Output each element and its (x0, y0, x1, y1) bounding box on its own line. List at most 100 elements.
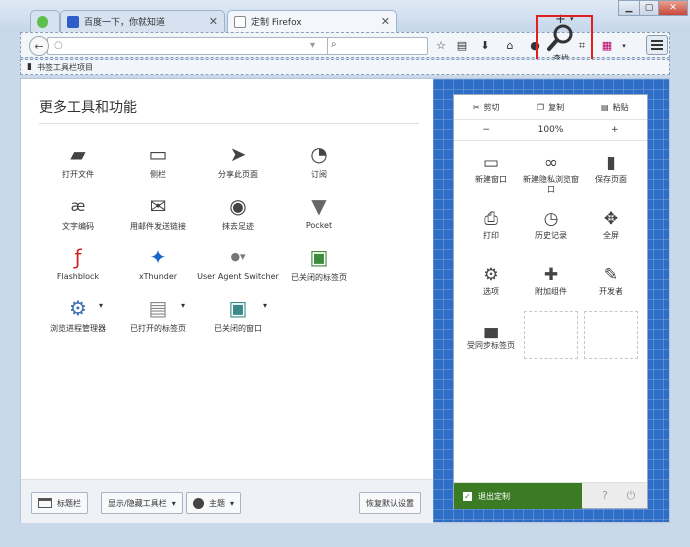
magnifier-icon[interactable] (546, 22, 576, 52)
dropdown-icon: ▾ (230, 498, 235, 508)
tab-favicon-icon (37, 15, 48, 28)
panel-developer[interactable]: ✎ 开发者 (581, 263, 641, 297)
empty-slot[interactable] (584, 311, 638, 359)
dropdown-icon[interactable]: ▾ (263, 301, 267, 310)
customize-favicon-icon (234, 15, 246, 28)
addon-dropdown-icon[interactable]: ▾ (616, 37, 632, 55)
open-tabs-icon: ▤ (148, 296, 168, 320)
baidu-favicon-icon (67, 15, 79, 28)
folder-icon: ▰ (70, 142, 86, 166)
addons-icon: ✚ (543, 265, 559, 285)
panel-addons[interactable]: ✚ 附加组件 (521, 263, 581, 297)
developer-icon: ✎ (603, 265, 619, 285)
empty-slot[interactable] (524, 311, 578, 359)
tool-pocket[interactable]: ▼ Pocket (274, 193, 364, 230)
private-window-icon: ∞ (543, 153, 559, 173)
rss-icon: ◔ (310, 142, 328, 166)
divider (39, 123, 419, 124)
tool-open-file[interactable]: ▰ 打开文件 (33, 141, 123, 180)
tab-customize[interactable]: 定制 Firefox ✕ (227, 10, 397, 32)
tab-close-icon[interactable]: ✕ (381, 15, 390, 28)
power-icon[interactable]: ⏻ (624, 489, 638, 503)
print-icon: ⎙ (484, 209, 498, 229)
tool-process-manager[interactable]: ⚙ ▾ 浏览进程管理器 (33, 295, 123, 334)
copy-button[interactable]: ❐ 复制 (518, 102, 582, 113)
zoom-reset-button[interactable]: 100% (518, 125, 582, 135)
panel-fullscreen[interactable]: ✥ 全屏 (581, 207, 641, 241)
zoom-controls: − 100% + (454, 119, 647, 141)
tab-title: 定制 Firefox (251, 18, 302, 28)
addon-icon[interactable]: ▦ (599, 37, 615, 55)
tool-subscribe[interactable]: ◔ 订阅 (274, 141, 364, 180)
edit-controls: ✂ 剪切 ❐ 复制 ▤ 粘贴 (454, 95, 647, 119)
paste-button[interactable]: ▤ 粘贴 (583, 102, 647, 113)
closed-windows-icon: ▣ (228, 296, 248, 320)
url-bar[interactable]: ○ ▾ ↻ (47, 37, 349, 55)
tool-closed-windows[interactable]: ▣ ▾ 已关闭的窗口 (193, 295, 283, 334)
panel-synced-tabs[interactable]: ▄ 受同步标签页 (461, 317, 521, 351)
restore-defaults-button[interactable]: 恢复默认设置 (359, 492, 421, 514)
cut-button[interactable]: ✂ 剪切 (454, 102, 518, 113)
search-icon: ⌕ (331, 39, 337, 50)
dropdown-icon: ▾ (171, 498, 176, 508)
titlebar-toggle-button[interactable]: 标题栏 (31, 492, 88, 514)
sidebar-icon: ▭ (148, 142, 168, 166)
tab-blank[interactable] (30, 10, 60, 32)
fullscreen-icon: ✥ (603, 209, 619, 229)
palette-title: 更多工具和功能 (39, 100, 137, 116)
tab-baidu[interactable]: 百度一下，你就知道 ✕ (60, 10, 225, 32)
bookmarks-item[interactable]: 书签工具栏项目 (37, 62, 93, 73)
dropdown-icon[interactable]: ▾ (310, 40, 315, 51)
bookmarks-toolbar: ▮ 书签工具栏项目 (20, 59, 670, 75)
tab-close-icon[interactable]: ✕ (209, 15, 218, 28)
zoom-out-button[interactable]: − (454, 125, 518, 135)
tool-email-link[interactable]: ✉ 用邮件发送链接 (113, 193, 203, 232)
home-icon[interactable]: ⌂ (502, 37, 518, 55)
forget-icon: ◉ (229, 194, 247, 218)
panel-history[interactable]: ◷ 历史记录 (521, 207, 581, 241)
panel-footer: ✓ 退出定制 ? ⏻ (454, 482, 647, 509)
tool-share-page[interactable]: ➤ 分享此页面 (193, 141, 283, 180)
customize-footer: 标题栏 显示/隐藏工具栏 ▾ 主题 ▾ 恢复默认设置 (21, 479, 433, 523)
dropdown-icon[interactable]: ▾ (99, 301, 103, 310)
search-bar[interactable]: ⌕ (327, 37, 428, 55)
tool-user-agent-switcher[interactable]: ●▾ User Agent Switcher (193, 244, 283, 281)
window-icon (38, 498, 52, 508)
menu-panel: ✂ 剪切 ❐ 复制 ▤ 粘贴 − 100% + ▭ 新建窗口 ∞ 新建隐私浏览窗… (453, 94, 648, 509)
minimize-button[interactable]: ▁ (618, 0, 640, 16)
bookmark-star-icon[interactable]: ☆ (433, 37, 449, 55)
tool-closed-tabs[interactable]: ▣ 已关闭的标签页 (274, 244, 364, 283)
bookmarks-menu-icon[interactable]: ▤ (454, 37, 470, 55)
exit-customize-button[interactable]: ✓ 退出定制 (454, 483, 582, 509)
dropdown-icon[interactable]: ▾ (181, 301, 185, 310)
tool-flashblock[interactable]: ƒ Flashblock (33, 244, 123, 281)
back-button[interactable]: ← (29, 36, 49, 56)
back-arrow-icon: ← (34, 39, 44, 53)
toolbars-toggle-button[interactable]: 显示/隐藏工具栏 ▾ (101, 492, 183, 514)
help-icon[interactable]: ? (598, 489, 612, 503)
panel-private-window[interactable]: ∞ 新建隐私浏览窗口 (521, 151, 581, 195)
zoom-in-button[interactable]: + (583, 125, 647, 135)
tool-forget[interactable]: ◉ 抹去足迹 (193, 193, 283, 232)
downloads-icon[interactable]: ⬇ (477, 37, 493, 55)
cut-icon: ✂ (472, 102, 480, 112)
panel-save-page[interactable]: ▮ 保存页面 (581, 151, 641, 185)
maximize-button[interactable]: ▢ (639, 0, 659, 16)
closed-tabs-icon: ▣ (309, 245, 329, 269)
tool-sidebar[interactable]: ▭ 侧栏 (113, 141, 203, 180)
menu-button[interactable] (646, 35, 668, 55)
panel-options[interactable]: ⚙ 选项 (461, 263, 521, 297)
tool-xthunder[interactable]: ✦ xThunder (113, 244, 203, 281)
share-icon: ➤ (229, 142, 247, 166)
panel-new-window[interactable]: ▭ 新建窗口 (461, 151, 521, 185)
tab-title: 百度一下，你就知道 (84, 18, 166, 28)
themes-button[interactable]: 主题 ▾ (186, 492, 242, 514)
character-encoding-icon: æ (70, 197, 86, 215)
options-icon: ⚙ (483, 265, 499, 285)
save-page-icon: ▮ (606, 153, 616, 173)
tool-open-tabs[interactable]: ▤ ▾ 已打开的标签页 (113, 295, 203, 334)
pocket-icon: ▼ (311, 194, 327, 218)
panel-print[interactable]: ⎙ 打印 (461, 207, 521, 241)
close-button[interactable]: ✕ (658, 0, 688, 16)
tool-character-encoding[interactable]: æ 文字编码 (33, 193, 123, 232)
